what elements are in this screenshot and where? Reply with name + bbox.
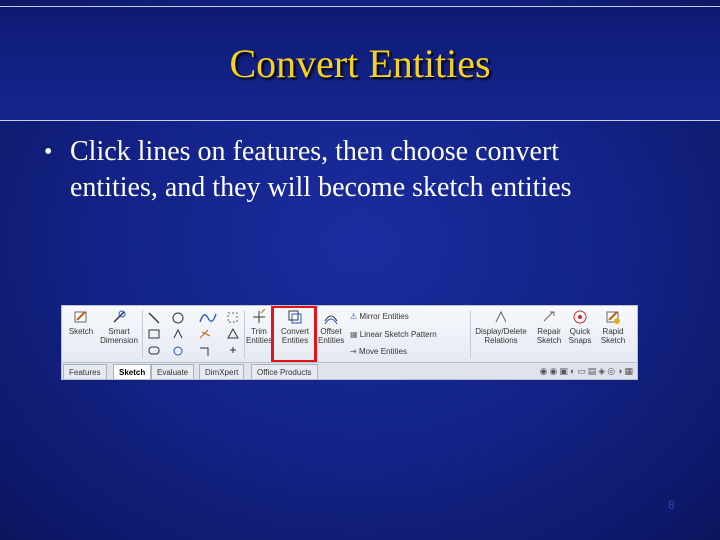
- sketch-label: Sketch: [68, 327, 94, 336]
- page-number: 8: [668, 498, 675, 512]
- ribbon-command-area: Sketch Smart Dimension Trim Entities Con…: [62, 306, 637, 363]
- sketch-icon: [74, 311, 87, 323]
- tab-features[interactable]: Features: [63, 364, 107, 379]
- linear-label: Linear Sketch Pattern: [359, 330, 437, 339]
- relations-icon: [495, 310, 507, 323]
- display-delete-relations-button[interactable]: Display/Delete Relations: [472, 309, 530, 345]
- sketch-tools-icon: [148, 312, 239, 356]
- display-label: Display/Delete Relations: [475, 327, 527, 345]
- ribbon-tab-bar: Features Sketch Evaluate DimXpert Office…: [62, 362, 637, 379]
- sketch-button[interactable]: Sketch: [66, 309, 96, 336]
- smart-dimension-label: Smart Dimension: [100, 327, 138, 345]
- quick-snaps-button[interactable]: Quick Snaps: [566, 309, 594, 345]
- slide-title: Convert Entities: [229, 41, 491, 86]
- offset-label: Offset Entities: [318, 327, 345, 345]
- repair-icon: [543, 311, 555, 322]
- rapid-sketch-icon: [606, 311, 620, 324]
- top-rule: [0, 6, 720, 7]
- trim-entities-button[interactable]: Trim Entities: [246, 309, 272, 345]
- tab-sketch[interactable]: Sketch: [113, 364, 152, 379]
- mirror-label: Mirror Entities: [359, 312, 409, 321]
- mirror-entities-item[interactable]: ⚠ Mirror Entities: [350, 312, 409, 321]
- smart-dimension-button[interactable]: Smart Dimension: [98, 309, 140, 345]
- view-toolbar-icons: ◉◉▣◐▭▤◈◎◑▦: [539, 366, 635, 376]
- tab-dimxpert[interactable]: DimXpert: [199, 364, 245, 379]
- separator: [244, 310, 245, 358]
- linear-pattern-item[interactable]: ▦ Linear Sketch Pattern: [350, 330, 437, 339]
- offset-icon: [324, 315, 338, 325]
- rapid-sketch-button[interactable]: Rapid Sketch: [598, 309, 628, 345]
- title-rule: [0, 120, 720, 121]
- sketch-ribbon-screenshot: Sketch Smart Dimension Trim Entities Con…: [61, 305, 638, 380]
- move-label: Move Entities: [358, 347, 407, 356]
- quick-snaps-icon: [573, 310, 587, 324]
- convert-entities-highlight: [271, 306, 317, 363]
- move-entities-item[interactable]: ⇥ Move Entities: [350, 347, 407, 356]
- rapid-label: Rapid Sketch: [600, 327, 626, 345]
- separator: [470, 310, 471, 358]
- repair-sketch-button[interactable]: Repair Sketch: [534, 309, 564, 345]
- trim-icon: [253, 309, 266, 323]
- smart-dimension-icon: [113, 310, 126, 323]
- bullet-text: Click lines on features, then choose con…: [70, 136, 572, 203]
- bullet-dot-icon: •: [44, 139, 53, 165]
- tab-evaluate[interactable]: Evaluate: [151, 364, 195, 379]
- quick-label: Quick Snaps: [568, 327, 592, 345]
- repair-label: Repair Sketch: [536, 327, 562, 345]
- tab-office-products[interactable]: Office Products: [251, 364, 318, 379]
- separator: [142, 310, 143, 358]
- offset-entities-button[interactable]: Offset Entities: [318, 309, 344, 345]
- trim-label: Trim Entities: [246, 327, 273, 345]
